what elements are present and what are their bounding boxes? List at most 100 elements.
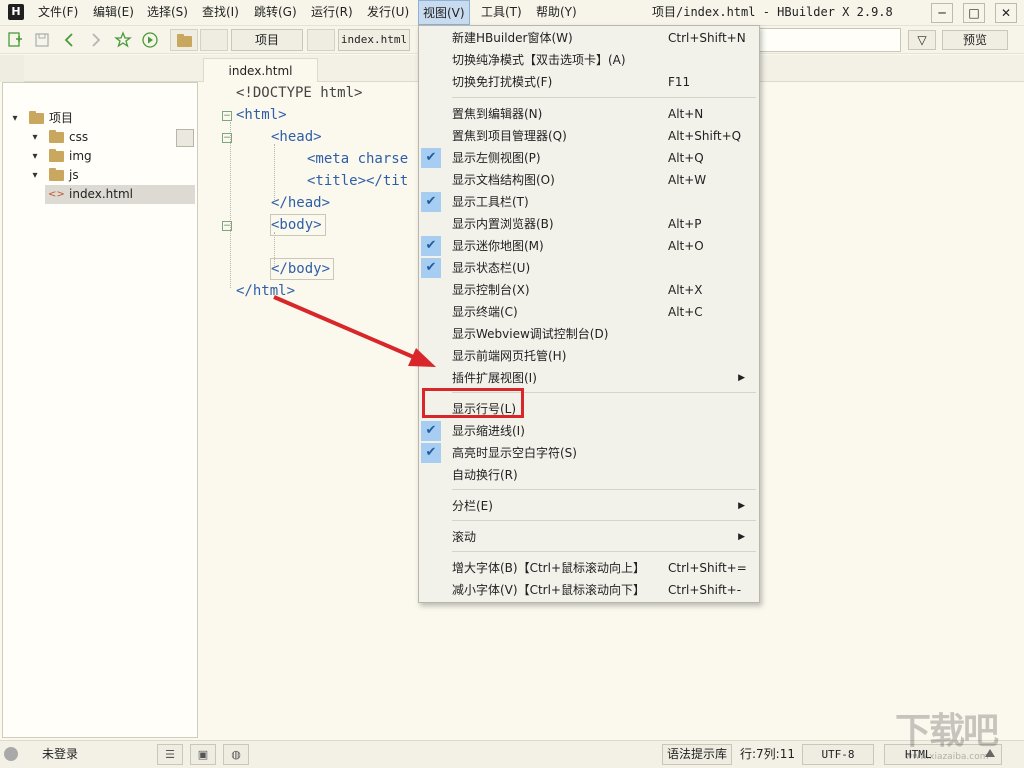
terminal-icon[interactable]: ▣: [190, 744, 216, 765]
fold-toggle-icon[interactable]: −: [222, 221, 232, 231]
tree-item-img[interactable]: ▾ img: [3, 147, 197, 166]
code-line: <head>: [271, 129, 322, 145]
view-menu-item[interactable]: 分栏(E) ▶: [419, 495, 759, 517]
view-menu-item[interactable]: 显示控制台(X) Alt+X: [419, 279, 759, 301]
expand-arrow-icon[interactable]: ▾: [29, 166, 41, 185]
menu-find[interactable]: 查找(I): [198, 0, 243, 25]
tree-item-js[interactable]: ▾ js: [3, 166, 197, 185]
view-menu-item-shortcut: Alt+P: [668, 217, 702, 231]
maximize-button[interactable]: □: [963, 3, 985, 23]
hbuilder-logo-icon: H: [8, 4, 24, 20]
watermark: 下载吧 www.xiazaiba.com: [895, 712, 1020, 764]
view-menu-item-shortcut: Alt+C: [668, 305, 703, 319]
syntax-hint-library-button[interactable]: 语法提示库: [662, 744, 732, 765]
menu-help[interactable]: 帮助(Y): [532, 0, 581, 25]
view-menu-item-label: 插件扩展视图(I): [452, 371, 537, 385]
tab-index-html[interactable]: index.html: [203, 58, 318, 83]
view-menu-item[interactable]: 自动换行(R): [419, 464, 759, 486]
preview-button[interactable]: 预览: [942, 30, 1008, 50]
new-file-icon[interactable]: [6, 31, 24, 49]
folder-icon: [177, 34, 192, 47]
breadcrumb-file[interactable]: index.html: [338, 29, 410, 51]
view-menu-item[interactable]: 显示Webview调试控制台(D): [419, 323, 759, 345]
view-menu-item[interactable]: ✔ 高亮时显示空白字符(S): [419, 442, 759, 464]
filter-icon: ▽: [917, 33, 927, 47]
view-menu-item[interactable]: 减小字体(V)【Ctrl+鼠标滚动向下】 Ctrl+Shift+-: [419, 579, 759, 601]
expand-arrow-icon[interactable]: ▾: [29, 147, 41, 166]
view-menu-item[interactable]: 增大字体(B)【Ctrl+鼠标滚动向上】 Ctrl+Shift+=: [419, 557, 759, 579]
view-menu-item[interactable]: 置焦到编辑器(N) Alt+N: [419, 103, 759, 125]
code-editor[interactable]: − − − <!DOCTYPE html> <html> <head> <met…: [200, 82, 416, 738]
view-menu-item-label: 显示终端(C): [452, 305, 518, 319]
view-menu-item[interactable]: 置焦到项目管理器(Q) Alt+Shift+Q: [419, 125, 759, 147]
view-menu-item[interactable]: ✔ 显示缩进线(I): [419, 420, 759, 442]
folder-icon: [49, 130, 64, 143]
palette-icon[interactable]: ◍: [223, 744, 249, 765]
menu-separator: [452, 520, 756, 521]
view-menu-item[interactable]: ✔ 显示左侧视图(P) Alt+Q: [419, 147, 759, 169]
view-menu-item[interactable]: ✔ 显示迷你地图(M) Alt+O: [419, 235, 759, 257]
view-menu-item[interactable]: 显示内置浏览器(B) Alt+P: [419, 213, 759, 235]
expand-arrow-icon[interactable]: ▾: [29, 128, 41, 147]
code-line: </body>: [271, 261, 331, 277]
view-menu-item[interactable]: ✔ 显示状态栏(U): [419, 257, 759, 279]
view-menu-item[interactable]: 切换免打扰模式(F) F11: [419, 71, 759, 93]
view-menu-item[interactable]: 插件扩展视图(I) ▶: [419, 367, 759, 389]
watermark-url: www.xiazaiba.com: [905, 752, 989, 762]
encoding-button[interactable]: UTF-8: [802, 744, 874, 765]
tree-item-label: js: [69, 168, 79, 182]
folder-icon: [29, 111, 44, 124]
code-line: </head>: [271, 195, 331, 211]
view-menu-item[interactable]: 显示终端(C) Alt+C: [419, 301, 759, 323]
menu-view[interactable]: 视图(V): [418, 0, 470, 25]
view-menu-item[interactable]: 新建HBuilder窗体(W) Ctrl+Shift+N: [419, 27, 759, 49]
menu-tools[interactable]: 工具(T): [477, 0, 526, 25]
view-menu-item[interactable]: ✔ 显示工具栏(T): [419, 191, 759, 213]
view-menu-item-label: 滚动: [452, 530, 477, 544]
minimize-button[interactable]: ─: [931, 3, 953, 23]
view-menu-item-label: 减小字体(V)【Ctrl+鼠标滚动向下】: [452, 583, 645, 597]
view-menu-item[interactable]: 切换纯净模式【双击选项卡】(A): [419, 49, 759, 71]
view-menu-item[interactable]: 滚动 ▶: [419, 526, 759, 548]
view-menu-item-shortcut: Alt+X: [668, 283, 703, 297]
view-menu-item-label: 显示缩进线(I): [452, 424, 525, 438]
view-menu-item-label: 显示状态栏(U): [452, 261, 531, 275]
forward-icon[interactable]: [87, 31, 105, 49]
menu-select[interactable]: 选择(S): [143, 0, 192, 25]
view-menu-item-label: 显示迷你地图(M): [452, 239, 544, 253]
fold-toggle-icon[interactable]: −: [222, 111, 232, 121]
run-icon[interactable]: [141, 31, 159, 49]
folder-button[interactable]: [170, 29, 198, 51]
list-icon[interactable]: ☰: [157, 744, 183, 765]
fold-toggle-icon[interactable]: −: [222, 133, 232, 143]
view-menu-item-shortcut: Alt+O: [668, 239, 704, 253]
expand-arrow-icon[interactable]: ▾: [9, 109, 21, 128]
tree-item-index-html[interactable]: <> index.html: [45, 185, 195, 204]
tree-item-project[interactable]: ▾ 项目: [3, 109, 197, 128]
breadcrumb-project[interactable]: 项目: [231, 29, 303, 51]
tree-item-label: 项目: [49, 111, 74, 125]
user-icon[interactable]: [4, 747, 18, 761]
search-input[interactable]: [758, 28, 901, 52]
login-status[interactable]: 未登录: [42, 741, 78, 768]
menu-file[interactable]: 文件(F): [34, 0, 82, 25]
view-menu-item[interactable]: 显示前端网页托管(H): [419, 345, 759, 367]
favorite-icon[interactable]: [114, 31, 132, 49]
menu-goto[interactable]: 跳转(G): [250, 0, 301, 25]
back-icon[interactable]: [60, 31, 78, 49]
tree-item-css[interactable]: ▾ css: [3, 128, 197, 147]
view-menu-item-label: 新建HBuilder窗体(W): [452, 31, 573, 45]
close-button[interactable]: ✕: [995, 3, 1017, 23]
menu-edit[interactable]: 编辑(E): [89, 0, 138, 25]
filter-button[interactable]: ▽: [908, 30, 936, 50]
save-icon[interactable]: [33, 31, 51, 49]
explorer-scroll-handle[interactable]: [176, 129, 194, 147]
menu-separator: [452, 489, 756, 490]
menu-separator: [452, 551, 756, 552]
view-menu-item[interactable]: 显示文档结构图(O) Alt+W: [419, 169, 759, 191]
menu-publish[interactable]: 发行(U): [363, 0, 413, 25]
menu-run[interactable]: 运行(R): [307, 0, 357, 25]
view-menu-item-label: 置焦到项目管理器(Q): [452, 129, 567, 143]
breadcrumb-spacer: [200, 29, 228, 51]
tab-strip-gutter: [0, 55, 24, 82]
